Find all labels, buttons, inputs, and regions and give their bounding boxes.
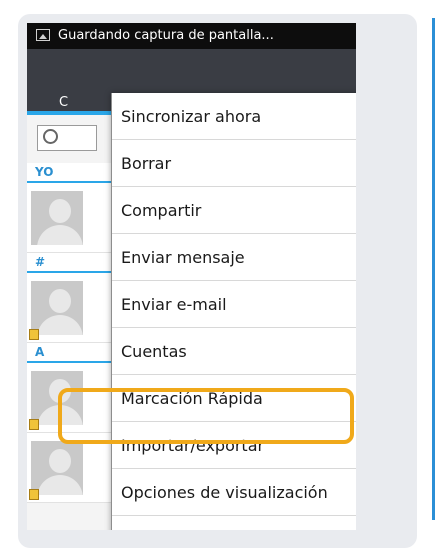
section-label: A bbox=[35, 345, 45, 359]
menu-item-compartir[interactable]: Compartir bbox=[112, 187, 356, 234]
avatar bbox=[31, 191, 83, 245]
sim-card-icon bbox=[29, 419, 39, 430]
search-input[interactable] bbox=[37, 125, 97, 151]
avatar bbox=[31, 281, 83, 335]
tab-left-label[interactable]: C bbox=[59, 95, 68, 110]
sim-card-icon bbox=[29, 329, 39, 340]
sim-card-icon bbox=[29, 489, 39, 500]
menu-item-enviar-e-mail[interactable]: Enviar e-mail bbox=[112, 281, 356, 328]
menu-item-cuentas[interactable]: Cuentas bbox=[112, 328, 356, 375]
menu-item-enviar-mensaje[interactable]: Enviar mensaje bbox=[112, 234, 356, 281]
status-bar: Guardando captura de pantalla... bbox=[27, 23, 356, 49]
menu-item-sincronizar-ahora[interactable]: Sincronizar ahora bbox=[112, 93, 356, 140]
screenshot-icon bbox=[36, 29, 50, 41]
phone-screen: Guardando captura de pantalla... C s + Y… bbox=[27, 23, 356, 530]
section-label: YO bbox=[35, 165, 54, 179]
menu-item-opciones-de-visualización[interactable]: Opciones de visualización bbox=[112, 469, 356, 516]
search-icon bbox=[43, 129, 58, 144]
section-label: # bbox=[35, 255, 46, 269]
status-notification-text: Guardando captura de pantalla... bbox=[58, 28, 274, 43]
avatar bbox=[31, 441, 83, 495]
highlight-importar-exportar bbox=[58, 388, 354, 444]
overflow-menu: Sincronizar ahora Borrar Compartir Enviar m… bbox=[111, 93, 356, 530]
menu-item-ajustes[interactable]: Ajustes bbox=[112, 516, 356, 530]
menu-item-borrar[interactable]: Borrar bbox=[112, 140, 356, 187]
